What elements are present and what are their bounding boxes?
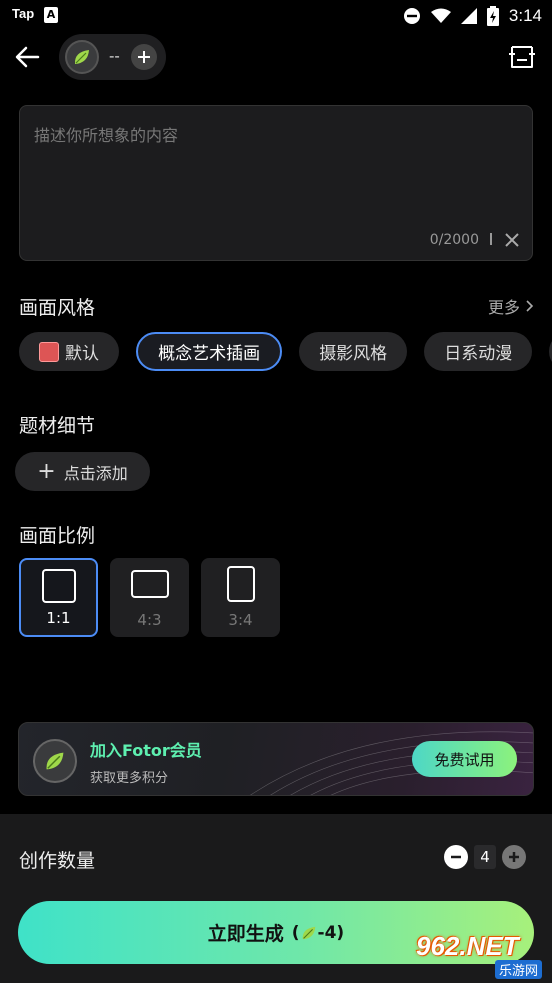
- gallery-history-icon[interactable]: [508, 44, 536, 70]
- count-value: 4: [474, 845, 496, 869]
- add-credits-button[interactable]: [131, 44, 157, 70]
- do-not-disturb-icon: [403, 8, 420, 24]
- ratio-option-1-1[interactable]: 1:1: [19, 558, 98, 637]
- free-trial-button[interactable]: 免费试用: [412, 741, 517, 777]
- status-bar: Tap A 3:14: [0, 0, 552, 32]
- accessibility-icon: A: [44, 7, 58, 23]
- status-icons: 3:14: [403, 4, 542, 28]
- style-chip-list: 默认 概念艺术插画 摄影风格 日系动漫 有: [19, 332, 552, 372]
- square-frame-icon: [41, 569, 76, 603]
- style-chip-default[interactable]: 默认: [19, 332, 119, 371]
- bottom-panel: 创作数量 4 立即生成 ( -4 ) 962.NET 乐游网: [0, 814, 552, 983]
- generate-label: 立即生成: [207, 923, 284, 945]
- promo-title: 加入Fotor会员: [90, 741, 202, 760]
- add-detail-label: 点击添加: [63, 463, 128, 483]
- detail-section-title: 题材细节: [19, 415, 96, 437]
- divider: [490, 233, 492, 245]
- ratio-options: 1:1 4:3 3:4: [19, 558, 280, 637]
- chip-label: 摄影风格: [319, 344, 388, 364]
- leaf-coin-icon: [65, 40, 99, 74]
- portrait-frame-icon: [226, 566, 255, 602]
- chip-label: 默认: [65, 344, 99, 364]
- leaf-coin-icon: [33, 739, 77, 783]
- back-arrow-icon[interactable]: [12, 42, 42, 72]
- decrease-button[interactable]: [444, 845, 468, 869]
- prompt-input[interactable]: 描述你所想象的内容 0/2000: [19, 105, 533, 261]
- chip-label: 日系动漫: [444, 344, 513, 364]
- minus-icon: [451, 855, 461, 859]
- style-chip-photography[interactable]: 摄影风格: [299, 332, 408, 371]
- generate-cost-value: -4: [317, 922, 337, 943]
- plus-icon: [509, 852, 519, 862]
- credits-value: --: [109, 47, 120, 65]
- more-styles-link[interactable]: 更多: [488, 294, 534, 318]
- paren-close: ): [336, 922, 345, 943]
- quantity-stepper: 4: [444, 845, 526, 869]
- landscape-frame-icon: [130, 570, 169, 598]
- membership-banner[interactable]: 加入Fotor会员 获取更多积分 免费试用: [18, 722, 534, 796]
- top-bar: --: [0, 32, 552, 82]
- leaf-coin-icon: [302, 926, 315, 939]
- style-section-title: 画面风格: [19, 297, 96, 319]
- chevron-right-icon: [526, 300, 534, 312]
- more-label: 更多: [487, 298, 520, 317]
- signal-icon: [460, 8, 477, 24]
- ratio-label: 4:3: [137, 611, 162, 629]
- chip-label: 概念艺术插画: [158, 344, 261, 364]
- wifi-icon: [430, 8, 451, 23]
- plus-icon: +: [37, 458, 56, 484]
- battery-icon: [486, 6, 499, 26]
- generate-cost: ( -4 ): [286, 923, 344, 943]
- status-time: 3:14: [508, 6, 542, 25]
- add-detail-button[interactable]: + 点击添加: [15, 452, 150, 491]
- status-app-name: Tap: [12, 6, 35, 21]
- plus-icon: [138, 51, 150, 63]
- watermark-main: 962.NET: [416, 931, 519, 961]
- ratio-label: 3:4: [228, 611, 253, 629]
- ratio-option-4-3[interactable]: 4:3: [110, 558, 189, 637]
- paren-open: (: [285, 922, 300, 943]
- clear-icon[interactable]: [504, 232, 520, 248]
- style-chip-anime[interactable]: 日系动漫: [424, 332, 533, 371]
- promo-subtitle: 获取更多积分: [90, 771, 169, 786]
- count-label: 创作数量: [19, 850, 96, 872]
- prompt-placeholder: 描述你所想象的内容: [34, 126, 179, 145]
- prompt-char-counter: 0/2000: [429, 232, 479, 248]
- watermark-logo: 962.NET 乐游网: [412, 929, 548, 981]
- ratio-label: 1:1: [46, 609, 71, 627]
- ratio-option-3-4[interactable]: 3:4: [201, 558, 280, 637]
- watermark-sub: 乐游网: [494, 960, 542, 979]
- credits-pill[interactable]: --: [59, 34, 166, 80]
- default-style-icon: [39, 341, 59, 362]
- increase-button[interactable]: [502, 845, 526, 869]
- ratio-section-title: 画面比例: [19, 525, 96, 547]
- style-chip-concept-art[interactable]: 概念艺术插画: [136, 332, 283, 371]
